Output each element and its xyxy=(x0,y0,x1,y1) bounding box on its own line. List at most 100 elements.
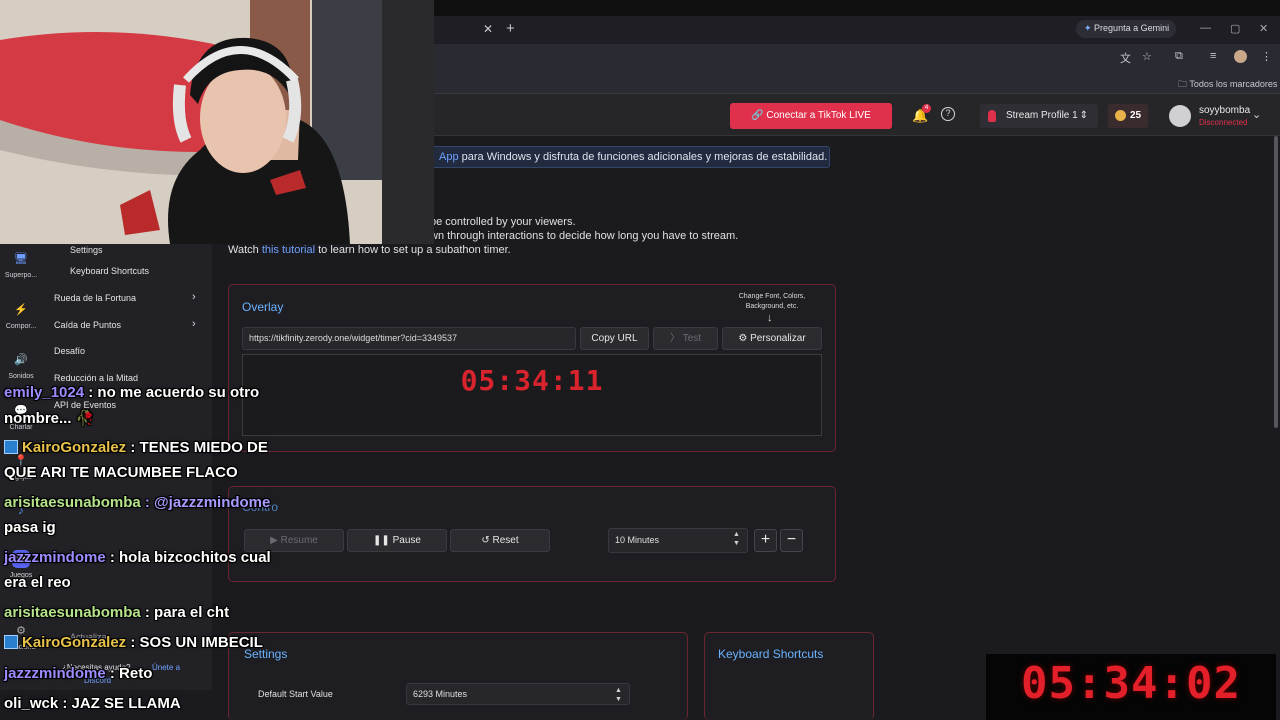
customize-hint: Change Font, Colors, Background, etc. xyxy=(738,293,806,310)
chat-message: arisitaesunabomba : para el cht xyxy=(4,604,229,621)
menu-wheel-of-fortune[interactable]: Rueda de la Fortuna xyxy=(54,293,136,303)
chat-message-cont: era el reo xyxy=(4,574,71,591)
overlay-title: Overlay xyxy=(242,300,284,314)
chat-text: : @jazzzmindome xyxy=(144,494,271,511)
minimize-icon[interactable]: — xyxy=(1200,22,1211,34)
customize-label: Personalizar xyxy=(750,333,806,344)
webcam-image xyxy=(0,0,434,244)
rail-item-overlays[interactable]: 🖥 Superpo... xyxy=(0,250,42,279)
chat-message: jazzzmindome : hola bizcochitos cual xyxy=(4,549,271,566)
chat-user: oli_wck xyxy=(4,695,59,712)
sort-icon: ⇕ xyxy=(1079,110,1088,121)
coins-counter[interactable]: 25 xyxy=(1108,104,1148,128)
translate-icon[interactable]: 文 xyxy=(1120,50,1131,66)
username: soyybomba xyxy=(1199,105,1251,116)
browser-menu-icon[interactable]: ⋮ xyxy=(1261,50,1272,63)
browser-profile-avatar[interactable] xyxy=(1234,50,1247,63)
menu-halving[interactable]: Reducción a la Mitad xyxy=(54,373,138,383)
duration-select[interactable]: 10 Minutes xyxy=(608,528,748,553)
pause-icon: ❚❚ xyxy=(373,535,393,546)
speaker-icon: 🔊 xyxy=(14,354,28,366)
folder-icon: 🗀 xyxy=(1178,79,1190,89)
bolt-icon: ⚡ xyxy=(14,304,28,316)
vip-badge-icon xyxy=(4,440,18,454)
extensions-icon[interactable]: ⧉ xyxy=(1175,50,1183,63)
default-start-field[interactable]: 6293 Minutes xyxy=(406,683,630,705)
shortcuts-card xyxy=(704,632,874,720)
menu-keyboard-shortcuts[interactable]: Keyboard Shortcuts xyxy=(70,266,149,276)
chat-text: : Reto xyxy=(109,665,153,682)
close-window-icon[interactable]: ✕ xyxy=(1259,22,1268,35)
subtract-time-button[interactable]: − xyxy=(780,529,803,552)
rail-label: Superpo... xyxy=(4,272,38,279)
chat-message: jazzzmindome : Reto xyxy=(4,665,152,682)
chat-user: jazzzmindome xyxy=(4,549,106,566)
description-tail: to learn how to set up a subathon timer. xyxy=(318,244,511,256)
microphone-icon xyxy=(988,110,996,122)
chevron-down-icon[interactable]: ⌄ xyxy=(1252,108,1261,121)
default-start-label: Default Start Value xyxy=(258,689,333,699)
stepper-arrows-icon[interactable]: ▲ ▼ xyxy=(615,686,622,704)
pause-button[interactable]: ❚❚ Pause xyxy=(347,529,447,552)
chat-message: KairoGonzalez : TENES MIEDO DE xyxy=(4,439,268,456)
close-tab-icon[interactable]: ✕ xyxy=(483,22,493,36)
banner-text: para Windows y disfruta de funciones adi… xyxy=(461,151,828,163)
join-link[interactable]: Únete a xyxy=(152,663,180,672)
chat-message-cont: nombre... 🥀 xyxy=(4,410,95,427)
chevron-right-icon: › xyxy=(192,291,196,303)
new-tab-icon[interactable]: + xyxy=(506,20,515,37)
shortcuts-title: Keyboard Shortcuts xyxy=(718,647,824,661)
page-scrollbar[interactable] xyxy=(1274,136,1278,428)
chat-text: : SOS UN IMBECIL xyxy=(130,634,263,651)
user-avatar[interactable] xyxy=(1169,105,1191,127)
description-line-3: Watch this tutorial to learn how to set … xyxy=(228,244,511,256)
arrow-down-icon: ↓ xyxy=(767,312,773,324)
test-label: Test xyxy=(682,333,702,344)
rail-label: Sonidos xyxy=(8,373,34,380)
connect-tiktok-button[interactable]: 🔗 Conectar a TikTok LIVE xyxy=(730,103,892,129)
customize-button[interactable]: ⚙ Personalizar xyxy=(722,327,822,350)
copy-url-button[interactable]: Copy URL xyxy=(580,327,649,350)
link-icon: 🔗 xyxy=(751,110,767,121)
description-watch: Watch xyxy=(228,244,259,256)
chat-user: arisitaesunabomba xyxy=(4,604,141,621)
webcam-feed xyxy=(0,0,434,244)
chat-user: arisitaesunabomba xyxy=(4,494,141,511)
reset-button[interactable]: ↺ Reset xyxy=(450,529,550,552)
widget-url-field[interactable]: https://tikfinity.zerody.one/widget/time… xyxy=(242,327,576,350)
gemini-button[interactable]: ✦ Pregunta a Gemini xyxy=(1076,20,1176,38)
chat-message: KairoGonzalez : SOS UN IMBECIL xyxy=(4,634,263,651)
description-line-2: wn through interactions to decide how lo… xyxy=(430,230,739,242)
menu-settings[interactable]: Settings xyxy=(70,245,103,255)
connection-status: Disconnected xyxy=(1199,118,1248,127)
bookmark-star-icon[interactable]: ☆ xyxy=(1142,50,1152,63)
menu-points-drop[interactable]: Caída de Puntos xyxy=(54,320,121,330)
chat-message-cont: pasa ig xyxy=(4,519,56,536)
menu-challenge[interactable]: Desafío xyxy=(54,346,85,356)
chat-message: emily_1024 : no me acuerdo su otro xyxy=(4,384,259,401)
gemini-icon: ✦ xyxy=(1084,23,1095,33)
help-icon[interactable]: ? xyxy=(941,107,955,121)
stream-profile-selector[interactable]: Stream Profile 1 ⇕ xyxy=(980,104,1098,128)
all-bookmarks[interactable]: 🗀 Todos los marcadores xyxy=(1178,77,1277,93)
coin-icon xyxy=(1115,110,1126,121)
settings-card xyxy=(228,632,688,720)
maximize-icon[interactable]: ▢ xyxy=(1230,22,1240,35)
add-time-button[interactable]: + xyxy=(754,529,777,552)
rail-item-actions[interactable]: ⚡ Compor... xyxy=(0,301,42,330)
rail-item-sounds[interactable]: 🔊 Sonidos xyxy=(0,351,42,380)
media-icon[interactable]: ≡ xyxy=(1210,50,1216,62)
coins-value: 25 xyxy=(1130,110,1142,121)
tutorial-link[interactable]: this tutorial xyxy=(262,244,315,256)
desktop-app-link[interactable]: App xyxy=(439,151,459,163)
chat-text: : hola bizcochitos cual xyxy=(109,549,271,566)
chevron-right-icon: › xyxy=(192,318,196,330)
all-bookmarks-label: Todos los marcadores xyxy=(1189,79,1278,89)
preview-timer-value: 05:34:11 xyxy=(460,364,604,397)
test-button[interactable]: 〉 Test xyxy=(653,327,718,350)
select-arrows-icon: ▲ ▼ xyxy=(733,531,740,547)
chat-text: : para el cht xyxy=(144,604,230,621)
reset-label: Reset xyxy=(492,535,519,546)
gemini-label: Pregunta a Gemini xyxy=(1094,23,1170,33)
monitor-icon: 🖥 xyxy=(14,253,28,265)
